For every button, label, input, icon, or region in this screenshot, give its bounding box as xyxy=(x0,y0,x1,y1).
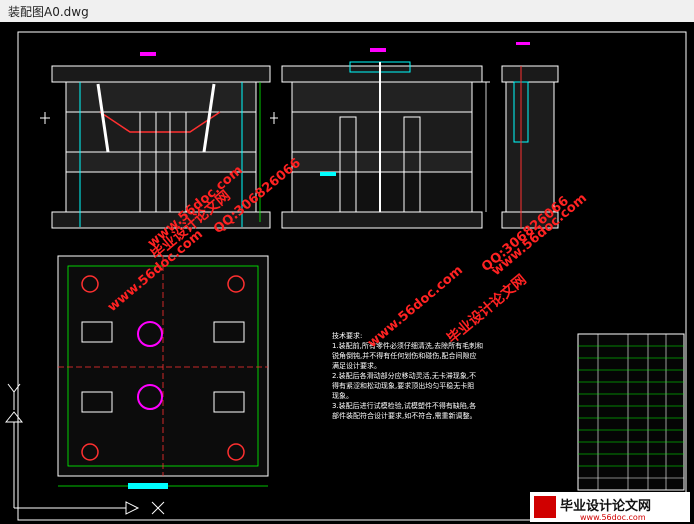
watermark-brand: 毕业设计论文网 xyxy=(444,271,530,347)
notes-line: 1.装配前,所有零件必须仔细清洗,去除所有毛刺和 xyxy=(332,341,483,350)
document-title[interactable]: 装配图A0.dwg xyxy=(8,3,89,20)
side-section-view[interactable] xyxy=(281,48,490,229)
end-view[interactable] xyxy=(501,42,559,229)
parts-list-table[interactable] xyxy=(577,333,685,491)
notes-heading: 技术要求: xyxy=(332,331,362,340)
plan-view[interactable] xyxy=(57,255,269,489)
technical-notes: 技术要求: 1.装配前,所有零件必须仔细清洗,去除所有毛刺和 锐角倒钝,并不得有… xyxy=(332,331,483,420)
notes-line: 2.装配后各滑动部分应移动灵活,无卡滞现象,不 xyxy=(332,371,476,380)
logo-url: www.56doc.com xyxy=(580,513,646,522)
drawing-canvas[interactable]: 技术要求: 1.装配前,所有零件必须仔细清洗,去除所有毛刺和 锐角倒钝,并不得有… xyxy=(0,22,694,524)
site-logo: 毕业设计论文网 www.56doc.com xyxy=(530,492,690,522)
notes-line: 锐角倒钝,并不得有任何划伤和碰伤,配合间隙应 xyxy=(332,351,476,360)
logo-text: 毕业设计论文网 xyxy=(560,498,651,514)
notes-line: 3.装配后进行试模检验,试模塑件不得有缺陷,各 xyxy=(332,401,476,410)
notes-line: 得有紧涩和松动现象,要求顶出均匀平稳无卡阻 xyxy=(332,381,474,390)
notes-line: 满足设计要求。 xyxy=(332,361,381,370)
notes-line: 部件装配符合设计要求,如不符合,需重新调整。 xyxy=(332,411,476,420)
document-tab-bar: 装配图A0.dwg xyxy=(0,0,694,23)
notes-line: 现象。 xyxy=(332,391,353,400)
cad-drawing: 技术要求: 1.装配前,所有零件必须仔细清洗,去除所有毛刺和 锐角倒钝,并不得有… xyxy=(4,31,690,522)
